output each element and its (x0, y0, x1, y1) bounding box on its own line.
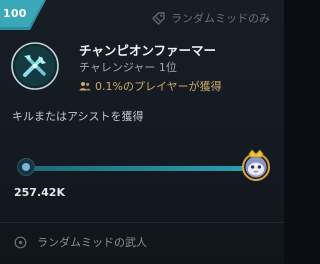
progress-start-marker (18, 159, 34, 175)
score-value: 100 (3, 7, 27, 20)
footer-title-label: ランダムミッドの武人 (37, 236, 147, 249)
footer-title[interactable]: ランダムミッドの武人 (14, 234, 147, 250)
crossed-tools-emblem-icon (11, 42, 59, 90)
challenge-title: チャンピオンファーマー (79, 43, 217, 58)
challenge-rank: チャレンジャー 1位 (79, 61, 177, 74)
progress-value: 257.42K (14, 186, 65, 199)
mode-tag: ランダムミッドのみ (152, 10, 270, 26)
footer-divider (0, 222, 284, 223)
target-icon (14, 236, 27, 248)
crowned-poro-icon (242, 149, 270, 181)
challenge-card[interactable]: 100 ランダムミッドのみ チャンピオンファーマー チャレンジャー 1位 0.1… (0, 0, 284, 264)
players-stat-label: 0.1%のプレイヤーが獲得 (95, 80, 222, 93)
people-icon (79, 82, 91, 91)
score-ribbon: 100 (0, 0, 46, 30)
players-stat: 0.1%のプレイヤーが獲得 (79, 78, 222, 94)
progress-track (22, 166, 258, 171)
mode-tag-label: ランダムミッドのみ (171, 12, 270, 25)
challenge-description: キルまたはアシストを獲得 (12, 110, 144, 123)
progress-fill (22, 166, 258, 171)
tag-icon (152, 11, 165, 25)
